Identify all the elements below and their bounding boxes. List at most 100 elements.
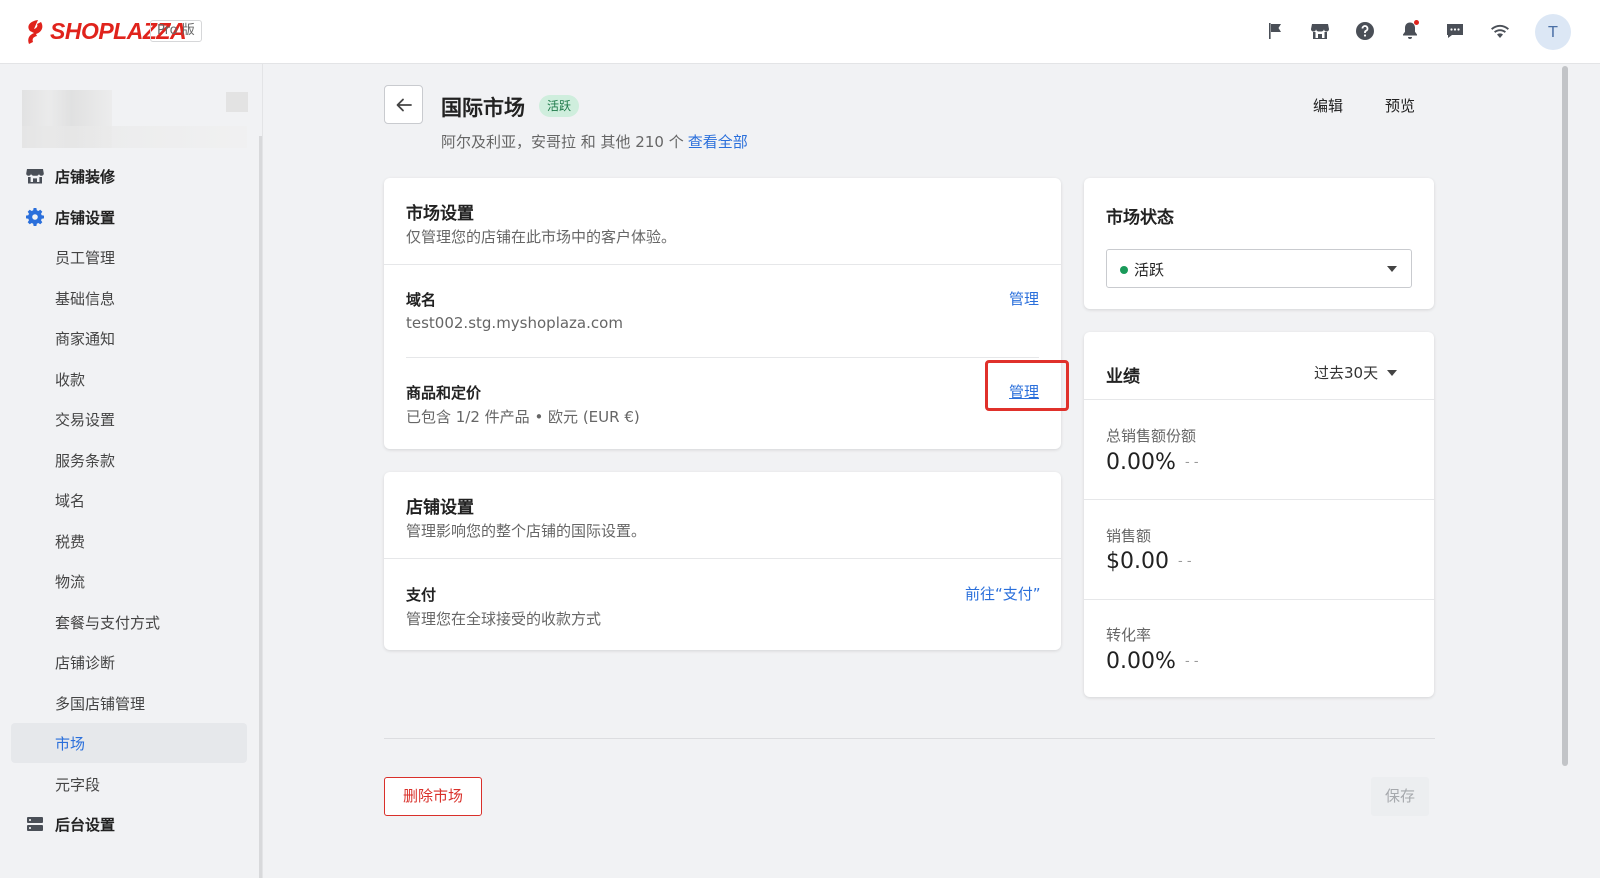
preview-button[interactable]: 预览 (1385, 95, 1415, 116)
sidebar-item-basic-info[interactable]: 基础信息 (11, 278, 247, 318)
highlight-annotation (985, 360, 1069, 411)
metric-value: 0.00% (1106, 649, 1176, 674)
market-status-card: 市场状态 (1084, 178, 1434, 309)
top-icons (1262, 18, 1532, 44)
domain-label: 域名 (406, 291, 437, 309)
sidebar-item-label: 服务条款 (55, 451, 116, 470)
status-badge: 活跃 (539, 95, 580, 117)
market-status-select[interactable]: 活跃 (1106, 249, 1412, 288)
sidebar-item-label: 基础信息 (55, 289, 116, 308)
store-icon[interactable] (1307, 18, 1333, 44)
period-dropdown[interactable]: 过去30天 (1314, 362, 1378, 383)
sidebar-item-multi-store[interactable]: 多国店铺管理 (11, 683, 247, 723)
market-settings-card: 市场设置 仅管理您的店铺在此市场中的客户体验。 域名 test002.stg.m… (384, 178, 1061, 449)
sidebar-item-label: 元字段 (55, 775, 101, 794)
metric-trend: - - (1185, 455, 1199, 470)
sidebar-item-label: 物流 (55, 572, 86, 591)
logo-mark-icon (28, 19, 43, 44)
market-regions: 阿尔及利亚，安哥拉 和 其他 210 个查看全部 (441, 131, 748, 152)
sidebar-item-payments[interactable]: 收款 (11, 359, 247, 399)
sidebar-item-taxes[interactable]: 税费 (11, 521, 247, 561)
sidebar-item-label: 多国店铺管理 (55, 694, 146, 713)
domain-value: test002.stg.myshoplaza.com (406, 314, 623, 332)
storefront-icon (26, 167, 44, 185)
performance-card: 业绩 总销售额份额 0.00% - - 销售额 $0.00 - - 转化率 0.… (1084, 332, 1434, 697)
sidebar-item-checkout[interactable]: 交易设置 (11, 399, 247, 439)
sidebar-item-label: 交易设置 (55, 410, 116, 429)
status-dot (1120, 266, 1128, 274)
footer-divider (384, 738, 1435, 739)
metric-label: 总销售额份额 (1106, 427, 1197, 445)
divider (1084, 599, 1434, 600)
server-icon (26, 815, 44, 833)
sidebar-item-notifications[interactable]: 商家通知 (11, 318, 247, 358)
gear-icon (26, 208, 44, 226)
store-switch-blurred[interactable] (226, 92, 248, 112)
sidebar-item-admin-settings[interactable]: 后台设置 (11, 804, 247, 844)
card-description: 管理影响您的整个店铺的国际设置。 (406, 522, 647, 540)
sidebar-item-label: 店铺装修 (55, 167, 116, 186)
sidebar-item-label: 后台设置 (55, 815, 116, 834)
help-icon[interactable] (1352, 18, 1378, 44)
sidebar: 店铺装修 店铺设置 员工管理 基础信息 商家通知 收款 交易设置 服务条款 域名… (0, 64, 263, 878)
metric-trend: - - (1178, 554, 1192, 569)
sidebar-item-store-design[interactable]: 店铺装修 (11, 156, 247, 196)
divider (406, 357, 1039, 358)
notification-dot (1414, 20, 1419, 25)
avatar[interactable]: T (1535, 14, 1571, 50)
flag-icon[interactable] (1262, 18, 1288, 44)
sidebar-item-markets[interactable]: 市场 (11, 723, 247, 763)
sidebar-item-label: 税费 (55, 532, 86, 551)
payment-value: 管理您在全球接受的收款方式 (406, 610, 602, 628)
delete-market-button[interactable]: 删除市场 (384, 777, 482, 816)
sidebar-scrollbar[interactable] (259, 136, 262, 878)
divider (1084, 399, 1434, 400)
sidebar-item-label: 店铺设置 (55, 208, 116, 227)
metric-value: $0.00 (1106, 549, 1169, 574)
metric-label: 销售额 (1106, 527, 1152, 545)
divider (384, 264, 1061, 265)
card-title: 店铺设置 (406, 498, 474, 518)
regions-text: 阿尔及利亚，安哥拉 和 其他 210 个 (441, 133, 684, 151)
sidebar-item-label: 收款 (55, 370, 86, 389)
metric-value: 0.00% (1106, 450, 1176, 475)
view-all-link[interactable]: 查看全部 (688, 133, 748, 151)
wifi-icon[interactable] (1487, 18, 1513, 44)
page-scrollbar[interactable] (1562, 66, 1568, 766)
chat-icon[interactable] (1442, 18, 1468, 44)
edition-badge: Pro 版 (150, 20, 202, 42)
sidebar-item-store-settings[interactable]: 店铺设置 (11, 197, 247, 237)
arrow-left-icon (396, 98, 412, 111)
select-value: 活跃 (1134, 261, 1165, 279)
sidebar-item-label: 店铺诊断 (55, 653, 116, 672)
sidebar-item-label: 商家通知 (55, 329, 116, 348)
sidebar-item-label: 市场 (55, 734, 86, 753)
divider (1084, 499, 1434, 500)
metric-trend: - - (1185, 654, 1199, 669)
bell-icon[interactable] (1397, 18, 1423, 44)
metric-label: 转化率 (1106, 626, 1152, 644)
sidebar-item-shipping[interactable]: 物流 (11, 561, 247, 601)
chevron-down-icon (1387, 266, 1397, 272)
sidebar-item-diagnostics[interactable]: 店铺诊断 (11, 642, 247, 682)
sidebar-item-domains[interactable]: 域名 (11, 480, 247, 520)
card-title: 市场设置 (406, 204, 474, 224)
chevron-down-icon[interactable] (1387, 370, 1397, 376)
manage-domain-link[interactable]: 管理 (1009, 288, 1039, 309)
products-pricing-label: 商品和定价 (406, 384, 482, 402)
edit-button[interactable]: 编辑 (1313, 95, 1343, 116)
sidebar-item-terms[interactable]: 服务条款 (11, 440, 247, 480)
sidebar-item-label: 套餐与支付方式 (55, 613, 161, 632)
go-to-payments-link[interactable]: 前往“支付” (965, 583, 1041, 604)
store-url-blurred (22, 126, 247, 148)
divider (384, 558, 1061, 559)
payment-label: 支付 (406, 586, 437, 604)
sidebar-item-metafields[interactable]: 元字段 (11, 764, 247, 804)
page-title: 国际市场 (441, 96, 525, 120)
save-button[interactable]: 保存 (1371, 777, 1429, 816)
sidebar-item-plan-billing[interactable]: 套餐与支付方式 (11, 602, 247, 642)
sidebar-item-staff[interactable]: 员工管理 (11, 237, 247, 277)
sidebar-item-label: 员工管理 (55, 248, 116, 267)
card-description: 仅管理您的店铺在此市场中的客户体验。 (406, 228, 677, 246)
back-button[interactable] (384, 85, 423, 124)
